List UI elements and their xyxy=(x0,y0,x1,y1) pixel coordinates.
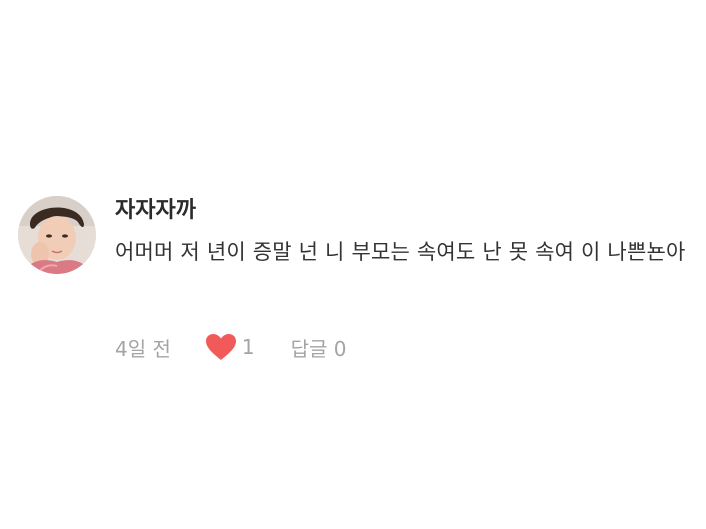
like-count: 1 xyxy=(241,335,255,359)
heart-icon xyxy=(205,334,236,360)
comment-page: 자자자까 어머머 저 년이 증말 넌 니 부모는 속여도 난 못 속여 이 나쁜… xyxy=(0,0,706,529)
comment-meta: 4일 전 1 답글 0 xyxy=(115,331,347,363)
reply-button[interactable]: 답글 0 xyxy=(291,333,347,362)
comment-content: 자자자까 어머머 저 년이 증말 넌 니 부모는 속여도 난 못 속여 이 나쁜… xyxy=(115,194,695,270)
like-button[interactable]: 1 xyxy=(205,333,255,361)
user-avatar-image xyxy=(18,196,96,274)
avatar[interactable] xyxy=(18,196,96,274)
comment-text: 어머머 저 년이 증말 넌 니 부모는 속여도 난 못 속여 이 나쁜뇬아 xyxy=(115,240,686,264)
comment-username[interactable]: 자자자까 xyxy=(115,194,695,228)
comment-timestamp: 4일 전 xyxy=(115,336,171,361)
